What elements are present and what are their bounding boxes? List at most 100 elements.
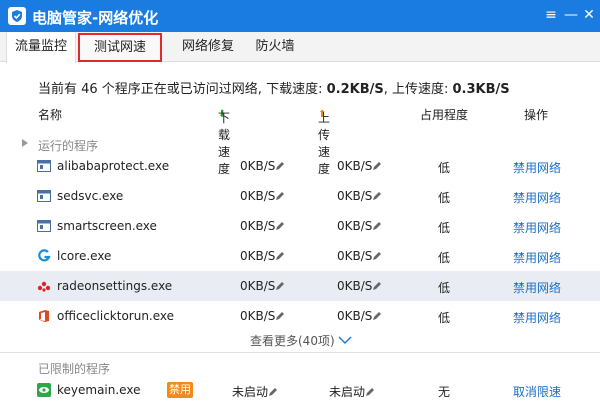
occupancy-level: 低 <box>438 251 451 265</box>
network-summary: 当前有 46 个程序正在或已访问过网络, 下载速度: 0.2KB/S, 上传速度… <box>38 78 510 97</box>
edit-pencil-icon[interactable] <box>365 387 375 397</box>
cancel-limit-link[interactable]: 取消限速 <box>513 383 561 400</box>
table-row[interactable]: officeclicktorun.exe 0KB/S 0KB/S 低 禁用网络 <box>0 301 600 331</box>
process-name: sedsvc.exe <box>57 189 124 203</box>
download-speed[interactable]: 0KB/S <box>240 189 285 203</box>
download-speed-value: 0KB/S <box>240 219 276 233</box>
table-row[interactable]: radeonsettings.exe 0KB/S 0KB/S 低 禁用网络 <box>0 271 600 301</box>
edit-pencil-icon[interactable] <box>372 221 382 231</box>
edit-pencil-icon[interactable] <box>275 251 285 261</box>
upload-speed-value: 0KB/S <box>337 249 373 263</box>
disable-network-link[interactable]: 禁用网络 <box>513 159 561 176</box>
edit-pencil-icon[interactable] <box>275 161 285 171</box>
column-name: 名称 <box>38 108 63 122</box>
download-speed[interactable]: 未启动 <box>232 383 278 400</box>
disable-network-link[interactable]: 禁用网络 <box>513 279 561 296</box>
disable-network-link[interactable]: 禁用网络 <box>513 249 561 266</box>
download-speed[interactable]: 0KB/S <box>240 219 285 233</box>
window-title: 电脑管家-网络优化 <box>32 9 159 27</box>
summary-middle: , 上传速度: <box>383 82 453 97</box>
occupancy-level: 低 <box>438 191 451 205</box>
summary-prefix: 当前有 46 个程序正在或已访问过网络, 下载速度: <box>38 82 327 97</box>
upload-speed[interactable]: 0KB/S <box>337 219 382 233</box>
upload-speed[interactable]: 未启动 <box>329 383 375 400</box>
edit-pencil-icon[interactable] <box>268 387 278 397</box>
occupancy-level: 无 <box>438 385 451 399</box>
collapse-triangle-icon <box>22 139 28 147</box>
upload-speed-value: 0KB/S <box>337 219 373 233</box>
tab-firewall[interactable]: 防火墙 <box>250 32 300 62</box>
download-speed[interactable]: 0KB/S <box>240 159 285 173</box>
title-bar: 电脑管家-网络优化 ≡ — ✕ <box>0 0 600 32</box>
edit-pencil-icon[interactable] <box>275 221 285 231</box>
download-speed-value: 0KB/S <box>240 159 276 173</box>
edit-pencil-icon[interactable] <box>372 311 382 321</box>
see-more-label: 查看更多(40项) <box>250 334 335 348</box>
occupancy-level: 低 <box>438 281 451 295</box>
edit-pencil-icon[interactable] <box>372 281 382 291</box>
table-header: 名称 ⬇ 下载速度 ⬆ 上传速度 占用程度 操作 <box>0 103 600 176</box>
upload-speed-value: 0KB/S <box>337 309 373 323</box>
download-speed-value: 0KB/S <box>240 279 276 293</box>
tab-network-repair[interactable]: 网络修复 <box>166 32 250 62</box>
upload-speed-value: 0KB/S <box>337 159 373 173</box>
download-speed-value: 未启动 <box>232 385 269 399</box>
download-speed-value: 0KB/S <box>240 309 276 323</box>
summary-download-speed: 0.2KB/S <box>326 82 384 97</box>
table-row[interactable]: sedsvc.exe 0KB/S 0KB/S 低 禁用网络 <box>0 181 600 211</box>
tab-speed-test[interactable]: 测试网速 <box>78 33 162 62</box>
tab-bar: 流量监控 测试网速 网络修复 防火墙 <box>0 32 600 63</box>
edit-pencil-icon[interactable] <box>275 191 285 201</box>
edit-pencil-icon[interactable] <box>275 281 285 291</box>
upload-speed[interactable]: 0KB/S <box>337 279 382 293</box>
process-name: smartscreen.exe <box>57 219 157 233</box>
table-row[interactable]: lcore.exe 0KB/S 0KB/S 低 禁用网络 <box>0 241 600 271</box>
process-name: radeonsettings.exe <box>57 279 173 293</box>
summary-upload-speed: 0.3KB/S <box>452 82 510 97</box>
column-action: 操作 <box>524 108 549 122</box>
disable-network-link[interactable]: 禁用网络 <box>513 219 561 236</box>
process-name: keyemain.exe <box>57 383 141 397</box>
edit-pencil-icon[interactable] <box>372 161 382 171</box>
table-row[interactable]: smartscreen.exe 0KB/S 0KB/S 低 禁用网络 <box>0 211 600 241</box>
download-speed-value: 0KB/S <box>240 189 276 203</box>
table-row[interactable]: alibabaprotect.exe 0KB/S 0KB/S 低 禁用网络 <box>0 151 600 181</box>
chevron-down-icon <box>338 336 352 345</box>
section-divider <box>0 352 600 353</box>
occupancy-level: 低 <box>438 161 451 175</box>
process-name: lcore.exe <box>57 249 112 263</box>
tab-traffic-monitor[interactable]: 流量监控 <box>6 32 76 63</box>
eye-app-icon <box>37 383 51 397</box>
app-logo-icon <box>8 7 26 25</box>
upload-speed[interactable]: 0KB/S <box>337 309 382 323</box>
edit-pencil-icon[interactable] <box>372 191 382 201</box>
process-name: officeclicktorun.exe <box>57 309 175 323</box>
download-speed[interactable]: 0KB/S <box>240 279 285 293</box>
upload-speed-value: 0KB/S <box>337 279 373 293</box>
disable-network-link[interactable]: 禁用网络 <box>513 309 561 326</box>
disabled-badge: 禁用 <box>167 382 193 398</box>
column-occupancy: 占用程度 <box>420 108 469 122</box>
window-app-icon <box>37 219 51 233</box>
office-icon <box>37 309 51 323</box>
upload-speed-value: 未启动 <box>329 385 366 399</box>
process-name: alibabaprotect.exe <box>57 159 170 173</box>
logitech-g-icon <box>37 249 51 263</box>
see-more-link[interactable]: 查看更多(40项) <box>250 332 352 349</box>
close-icon[interactable]: ✕ <box>578 4 600 26</box>
table-row[interactable]: keyemain.exe 未启动 未启动 无 取消限速 <box>0 375 600 405</box>
download-speed[interactable]: 0KB/S <box>240 249 285 263</box>
upload-speed[interactable]: 0KB/S <box>337 249 382 263</box>
upload-speed[interactable]: 0KB/S <box>337 189 382 203</box>
occupancy-level: 低 <box>438 311 451 325</box>
edit-pencil-icon[interactable] <box>372 251 382 261</box>
disable-network-link[interactable]: 禁用网络 <box>513 189 561 206</box>
download-speed[interactable]: 0KB/S <box>240 309 285 323</box>
edit-pencil-icon[interactable] <box>275 311 285 321</box>
menu-icon[interactable]: ≡ <box>540 4 562 26</box>
upload-speed[interactable]: 0KB/S <box>337 159 382 173</box>
occupancy-level: 低 <box>438 221 451 235</box>
window-app-icon <box>37 189 51 203</box>
window-app-icon <box>37 159 51 173</box>
radeon-icon <box>37 279 51 293</box>
